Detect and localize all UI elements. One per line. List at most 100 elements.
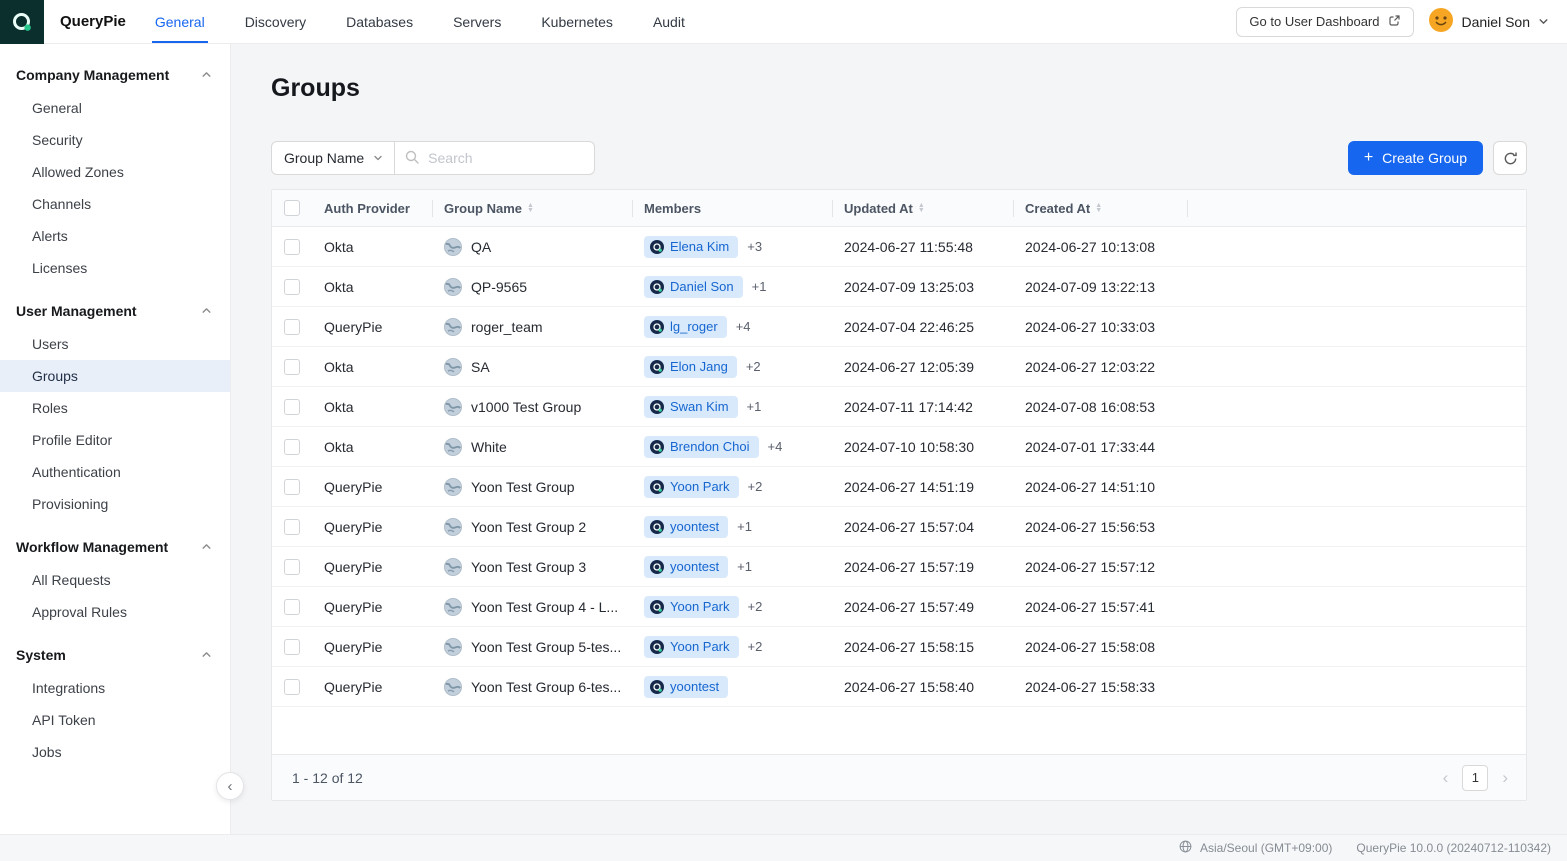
table-row[interactable]: Okta White: [272, 427, 1526, 467]
header-group-name[interactable]: Group Name ▲▼: [432, 190, 632, 226]
row-checkbox[interactable]: [284, 399, 300, 415]
auth-provider-cell: Okta: [312, 239, 432, 255]
user-menu[interactable]: Daniel Son: [1428, 7, 1550, 36]
table-row[interactable]: Okta QP-9565: [272, 267, 1526, 307]
row-checkbox[interactable]: [284, 439, 300, 455]
top-nav-tab[interactable]: Discovery: [242, 0, 309, 43]
user-avatar: [1428, 7, 1454, 36]
select-all-checkbox[interactable]: [284, 200, 300, 216]
sidebar-item[interactable]: Groups: [0, 360, 230, 392]
sidebar-section-header[interactable]: User Management: [0, 294, 230, 328]
row-checkbox[interactable]: [284, 519, 300, 535]
group-avatar-icon: [444, 438, 462, 456]
member-chip[interactable]: Yoon Park: [644, 596, 739, 618]
top-nav-tab[interactable]: Audit: [650, 0, 688, 43]
table-row[interactable]: QueryPie Yoon Test Group 6-tes...: [272, 667, 1526, 707]
member-chip[interactable]: yoontest: [644, 516, 728, 538]
table-row[interactable]: QueryPie Yoon Test Group 2: [272, 507, 1526, 547]
table-row[interactable]: Okta v1000 Test Group: [272, 387, 1526, 427]
row-checkbox[interactable]: [284, 599, 300, 615]
row-checkbox-cell: [272, 239, 312, 255]
member-chip[interactable]: Yoon Park: [644, 476, 739, 498]
top-nav-tab[interactable]: Servers: [450, 0, 504, 43]
sidebar-item[interactable]: General: [0, 92, 230, 124]
updated-at-cell: 2024-06-27 15:57:04: [832, 519, 1013, 535]
member-chip[interactable]: Brendon Choi: [644, 436, 759, 458]
sidebar-item[interactable]: All Requests: [0, 564, 230, 596]
table-row[interactable]: QueryPie roger_team: [272, 307, 1526, 347]
table-row[interactable]: Okta QA: [272, 227, 1526, 267]
row-checkbox[interactable]: [284, 559, 300, 575]
top-nav-tab[interactable]: General: [152, 0, 208, 43]
group-name-text: QP-9565: [471, 279, 527, 295]
filter-field-label: Group Name: [284, 150, 364, 166]
row-checkbox[interactable]: [284, 319, 300, 335]
member-chip[interactable]: yoontest: [644, 676, 728, 698]
row-checkbox[interactable]: [284, 479, 300, 495]
chevron-up-icon: [201, 303, 212, 319]
page-number-button[interactable]: 1: [1462, 765, 1488, 791]
row-checkbox[interactable]: [284, 359, 300, 375]
member-chip[interactable]: yoontest: [644, 556, 728, 578]
sidebar-item[interactable]: Jobs: [0, 736, 230, 768]
prev-page-button[interactable]: ‹: [1441, 769, 1451, 786]
sidebar-item[interactable]: Channels: [0, 188, 230, 220]
sidebar-item[interactable]: Profile Editor: [0, 424, 230, 456]
sidebar-item[interactable]: Allowed Zones: [0, 156, 230, 188]
sidebar-item[interactable]: Alerts: [0, 220, 230, 252]
row-checkbox[interactable]: [284, 639, 300, 655]
search-input[interactable]: [426, 149, 584, 167]
header-created-at[interactable]: Created At ▲▼: [1013, 190, 1187, 226]
refresh-button[interactable]: [1493, 141, 1527, 175]
sidebar-item[interactable]: Users: [0, 328, 230, 360]
go-to-user-dashboard-label: Go to User Dashboard: [1249, 14, 1379, 29]
sidebar-item[interactable]: Provisioning: [0, 488, 230, 520]
table-row[interactable]: QueryPie Yoon Test Group: [272, 467, 1526, 507]
sidebar-section-header[interactable]: Workflow Management: [0, 530, 230, 564]
sort-icon[interactable]: ▲▼: [918, 203, 925, 213]
filter-field-select[interactable]: Group Name: [271, 141, 395, 175]
member-chip[interactable]: Swan Kim: [644, 396, 738, 418]
sidebar-item[interactable]: Integrations: [0, 672, 230, 704]
member-chip[interactable]: Elon Jang: [644, 356, 737, 378]
member-chip[interactable]: lg_roger: [644, 316, 727, 338]
sidebar-item[interactable]: API Token: [0, 704, 230, 736]
row-checkbox[interactable]: [284, 239, 300, 255]
header-auth-provider[interactable]: Auth Provider: [312, 190, 432, 226]
group-avatar-icon: [444, 518, 462, 536]
row-checkbox[interactable]: [284, 679, 300, 695]
sidebar-item[interactable]: Roles: [0, 392, 230, 424]
go-to-user-dashboard-button[interactable]: Go to User Dashboard: [1236, 7, 1413, 37]
sidebar-item[interactable]: Authentication: [0, 456, 230, 488]
row-checkbox[interactable]: [284, 279, 300, 295]
next-page-button[interactable]: ›: [1500, 769, 1510, 786]
sidebar-item[interactable]: Licenses: [0, 252, 230, 284]
group-name-text: Yoon Test Group 5-tes...: [471, 639, 621, 655]
member-name: Elena Kim: [670, 239, 729, 255]
created-at-cell: 2024-06-27 15:58:08: [1013, 639, 1187, 655]
sidebar-section-header[interactable]: Company Management: [0, 58, 230, 92]
member-chip[interactable]: Yoon Park: [644, 636, 739, 658]
updated-at-cell: 2024-06-27 12:05:39: [832, 359, 1013, 375]
member-chip[interactable]: Daniel Son: [644, 276, 743, 298]
table-row[interactable]: QueryPie Yoon Test Group 5-tes...: [272, 627, 1526, 667]
sidebar-collapse-button[interactable]: ‹: [216, 772, 244, 800]
sidebar-item[interactable]: Security: [0, 124, 230, 156]
auth-provider-cell: QueryPie: [312, 519, 432, 535]
sidebar-item[interactable]: Approval Rules: [0, 596, 230, 628]
sort-icon[interactable]: ▲▼: [527, 203, 534, 213]
table-row[interactable]: QueryPie Yoon Test Group 4 - L...: [272, 587, 1526, 627]
sidebar-section-header[interactable]: System: [0, 638, 230, 672]
header-updated-at[interactable]: Updated At ▲▼: [832, 190, 1013, 226]
create-group-button[interactable]: + Create Group: [1348, 141, 1483, 175]
querypie-logo-icon[interactable]: [0, 0, 44, 44]
header-members[interactable]: Members: [632, 190, 832, 226]
table-row[interactable]: Okta SA: [272, 347, 1526, 387]
created-at-cell: 2024-06-27 12:03:22: [1013, 359, 1187, 375]
top-nav-tab[interactable]: Kubernetes: [538, 0, 616, 43]
top-nav-tab[interactable]: Databases: [343, 0, 416, 43]
sort-icon[interactable]: ▲▼: [1095, 203, 1102, 213]
table-row[interactable]: QueryPie Yoon Test Group 3: [272, 547, 1526, 587]
group-avatar-icon: [444, 598, 462, 616]
member-chip[interactable]: Elena Kim: [644, 236, 738, 258]
